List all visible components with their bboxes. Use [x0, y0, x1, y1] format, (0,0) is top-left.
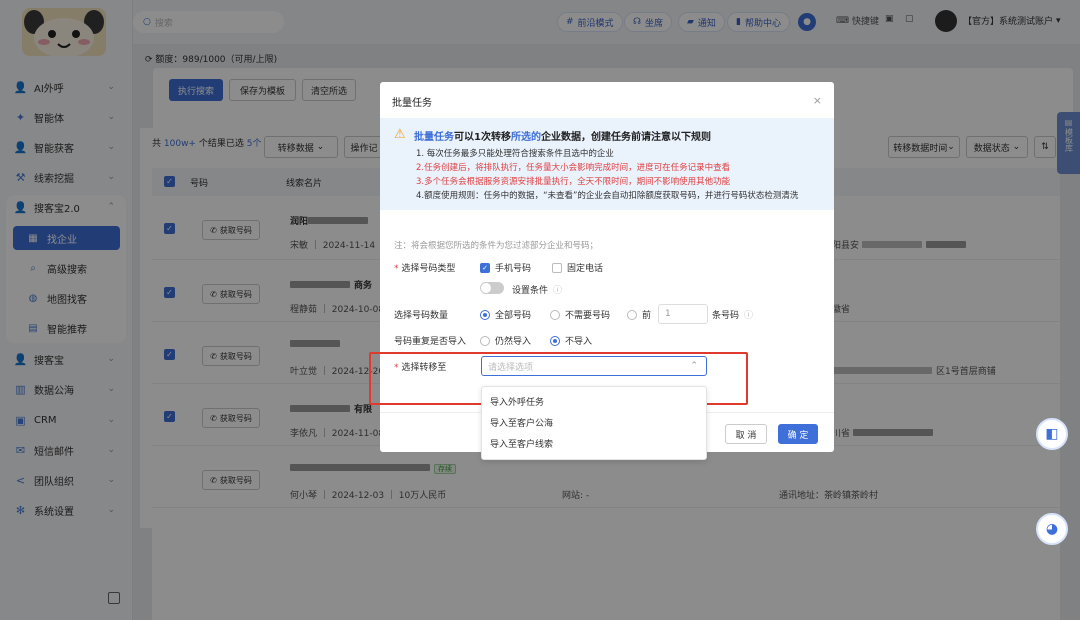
first-n-input[interactable]: 1: [658, 304, 708, 324]
count-label: 选择号码数量: [394, 311, 449, 321]
mobile-checkbox[interactable]: ✓ 手机号码: [480, 261, 531, 274]
option-customer-pool[interactable]: 导入至客户公海: [490, 416, 553, 429]
rule-line: 3.多个任务会根据服务资源安排批量执行，全天不限时间，期间不影响使用其他功能: [416, 177, 731, 187]
no-numbers-radio[interactable]: 不需要号码: [550, 308, 610, 321]
phone-type-label: * 选择号码类型: [394, 264, 456, 274]
no-import-radio[interactable]: 不导入: [550, 334, 592, 347]
rule-line: 1. 每次任务最多只能处理符合搜索条件且选中的企业: [416, 149, 614, 159]
option-outbound-task[interactable]: 导入外呼任务: [490, 395, 544, 408]
radio-off-icon: [627, 309, 637, 320]
cancel-button[interactable]: 取 消: [725, 424, 767, 444]
still-import-radio[interactable]: 仍然导入: [480, 334, 531, 347]
condition-toggle[interactable]: [480, 282, 504, 294]
per-unit-label: 条号码 ⓘ: [712, 308, 753, 321]
radio-on-icon: [550, 335, 560, 346]
modal-title: 批量任务: [392, 98, 432, 109]
checkbox-empty-icon: [552, 262, 562, 273]
radio-off-icon: [550, 309, 560, 320]
set-condition-label: 设置条件 ⓘ: [512, 283, 562, 296]
notice-title: 批量任务可以1次转移所选的企业数据，创建任务前请注意以下规则: [414, 132, 711, 143]
close-icon[interactable]: ×: [813, 94, 822, 107]
duplicate-label: 号码重复是否导入: [394, 337, 467, 347]
transfer-target-dropdown: 导入外呼任务 导入至客户公海 导入至客户线索: [481, 386, 707, 460]
ai-bot-icon[interactable]: ◕: [1036, 513, 1068, 545]
all-numbers-radio[interactable]: 全部号码: [480, 308, 531, 321]
first-n-radio[interactable]: 前: [627, 308, 651, 321]
rule-line: 4.额度使用规则：任务中的数据，“未查看”的企业会自动扣除额度获取号码，并进行号…: [416, 191, 799, 201]
radio-off-icon: [480, 335, 490, 346]
checkbox-checked-icon: ✓: [480, 262, 490, 273]
landline-checkbox[interactable]: 固定电话: [552, 261, 603, 274]
option-customer-leads[interactable]: 导入至客户线索: [490, 437, 553, 450]
radio-on-icon: [480, 309, 490, 320]
info-icon: ⓘ: [553, 286, 563, 296]
assistant-icon[interactable]: ◧: [1036, 418, 1068, 450]
filter-note: 注：将会根据您所选的条件为您过滤部分企业和号码；: [394, 241, 599, 251]
warning-icon: ⚠: [394, 127, 406, 142]
rule-line: 2.任务创建后，将排队执行，任务量大小会影响完成时间，进度可在任务记录中查看: [416, 163, 731, 173]
confirm-button[interactable]: 确 定: [778, 424, 818, 444]
rules-notice: ⚠ 批量任务可以1次转移所选的企业数据，创建任务前请注意以下规则 1. 每次任务…: [380, 118, 834, 210]
info-icon: ⓘ: [744, 311, 754, 321]
